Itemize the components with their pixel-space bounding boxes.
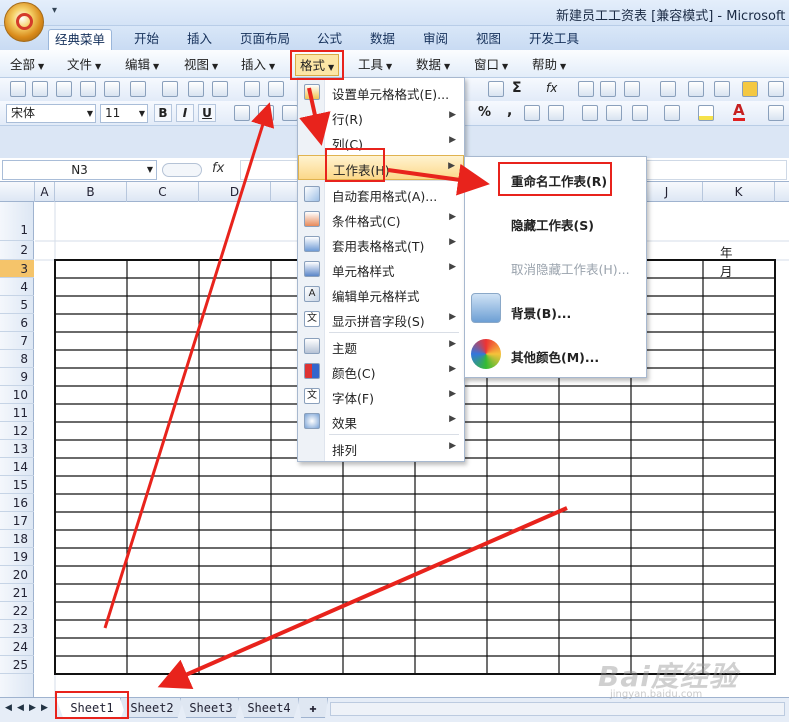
arrow-to-sheet1 [157, 506, 568, 690]
annotation-arrows [103, 87, 568, 690]
arrow-format-to-worksheet [299, 87, 331, 146]
arrow-up-to-toolbar [103, 102, 275, 629]
arrow-worksheet-to-rename [387, 163, 490, 196]
